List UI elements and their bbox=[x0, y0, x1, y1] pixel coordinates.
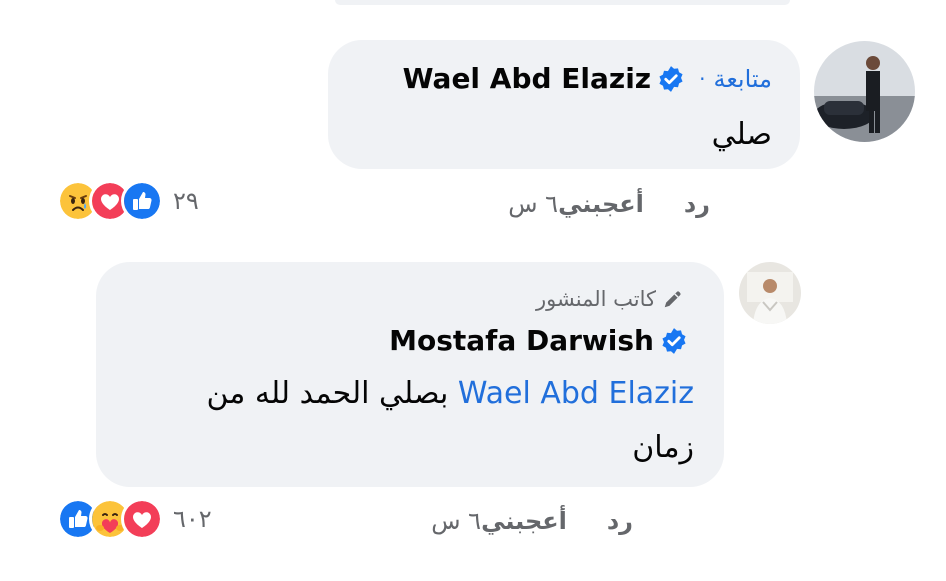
comment-bubble: متابعة · Wael Abd Elaziz صلي bbox=[328, 40, 800, 169]
comment-text-line: Wael Abd Elaziz بصلي الحمد لله من bbox=[114, 367, 694, 421]
love-icon bbox=[121, 498, 163, 540]
author-name[interactable]: Wael Abd Elaziz bbox=[403, 62, 651, 95]
like-button[interactable]: أعجبني bbox=[558, 190, 644, 218]
comment-text: Wael Abd Elaziz بصلي الحمد لله من زمان bbox=[114, 367, 694, 475]
comment-bubble: كاتب المنشور Mostafa Darwish Wael Abd El… bbox=[96, 262, 724, 487]
reaction-count[interactable]: ٦٠٢ bbox=[173, 505, 212, 533]
avatar[interactable] bbox=[814, 41, 915, 142]
comment-header: Mostafa Darwish bbox=[389, 324, 694, 357]
reaction-count[interactable]: ٢٩ bbox=[173, 187, 199, 215]
comment-text-line: زمان bbox=[632, 430, 694, 465]
verified-badge-icon bbox=[659, 65, 683, 92]
separator-dot: · bbox=[699, 66, 706, 91]
comment-text: صلي bbox=[711, 117, 772, 152]
avatar[interactable] bbox=[739, 262, 801, 324]
timestamp[interactable]: ٦ س bbox=[431, 507, 481, 535]
author-name[interactable]: Mostafa Darwish bbox=[389, 324, 654, 357]
verified-badge-icon bbox=[662, 327, 686, 354]
timestamp[interactable]: ٦ س bbox=[508, 190, 558, 218]
author-badge-label: كاتب المنشور bbox=[536, 287, 656, 311]
comment-header: متابعة · Wael Abd Elaziz bbox=[403, 62, 772, 95]
like-button[interactable]: أعجبني bbox=[481, 507, 567, 535]
avatar-photo bbox=[814, 41, 915, 142]
follow-link[interactable]: متابعة bbox=[713, 65, 772, 93]
reply-button[interactable]: رد bbox=[607, 507, 633, 535]
comment-actions: ٦ س أعجبني رد bbox=[508, 190, 756, 218]
author-badge: كاتب المنشور bbox=[536, 287, 684, 311]
comment-actions: ٦ س أعجبني رد bbox=[431, 507, 679, 535]
reaction-summary[interactable]: ٦٠٢ bbox=[57, 498, 212, 540]
previous-comment-bubble-edge bbox=[335, 0, 790, 5]
reply-button[interactable]: رد bbox=[684, 190, 710, 218]
comment-text-fragment: بصلي الحمد لله من bbox=[206, 376, 449, 411]
like-icon bbox=[121, 180, 163, 222]
reaction-summary[interactable]: ٢٩ bbox=[57, 180, 199, 222]
avatar-photo bbox=[739, 262, 801, 324]
pen-icon bbox=[664, 291, 681, 308]
mention-link[interactable]: Wael Abd Elaziz bbox=[458, 376, 694, 411]
